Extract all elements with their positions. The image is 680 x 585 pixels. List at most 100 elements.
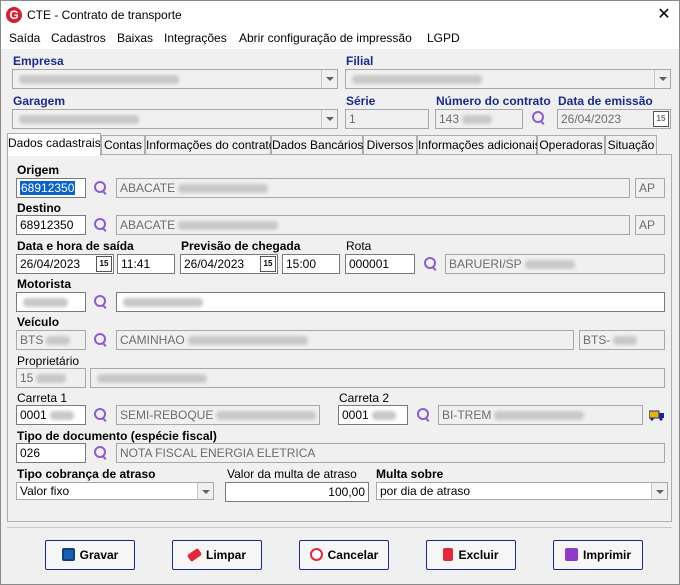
search-icon[interactable]	[417, 408, 431, 422]
origem-code-field[interactable]: 68912350	[16, 178, 86, 198]
motorista-label: Motorista	[17, 277, 71, 291]
cobranca-atraso-value: Valor fixo	[20, 484, 70, 498]
limpar-label: Limpar	[205, 548, 246, 562]
search-icon[interactable]	[94, 295, 108, 309]
menu-integracoes[interactable]: Integrações	[164, 31, 227, 45]
limpar-button[interactable]: Limpar	[172, 540, 262, 570]
cobranca-atraso-select[interactable]: Valor fixo	[16, 482, 214, 500]
carreta2-label: Carreta 2	[339, 391, 390, 405]
valor-multa-field[interactable]: 100,00	[225, 482, 369, 502]
search-icon[interactable]	[94, 446, 108, 460]
search-icon[interactable]	[94, 181, 108, 195]
multa-sobre-select[interactable]: por dia de atraso	[376, 482, 668, 500]
chevron-down-icon[interactable]	[321, 110, 337, 128]
saida-date-field[interactable]: 26/04/2023 15	[16, 254, 114, 274]
serie-label: Série	[346, 94, 376, 108]
search-icon[interactable]	[532, 111, 546, 125]
origem-label: Origem	[17, 163, 60, 177]
chevron-down-icon[interactable]	[654, 70, 670, 88]
imprimir-button[interactable]: Imprimir	[553, 540, 643, 570]
carreta1-code-field[interactable]: 0001	[16, 405, 86, 425]
cancelar-button[interactable]: Cancelar	[299, 540, 389, 570]
menu-bar: Saída Cadastros Baixas Integrações Abrir…	[1, 29, 679, 49]
calendar-icon[interactable]: 15	[96, 256, 112, 272]
garagem-label: Garagem	[13, 94, 66, 108]
search-icon[interactable]	[424, 257, 438, 271]
tab-diversos[interactable]: Diversos	[363, 135, 417, 155]
origem-code-value: 68912350	[20, 181, 76, 195]
chegada-date-value: 26/04/2023	[184, 257, 245, 271]
eraser-icon	[186, 547, 203, 563]
rota-code-field[interactable]: 000001	[345, 254, 415, 274]
menu-abrir-config[interactable]: Abrir configuração de impressão	[239, 31, 412, 45]
origem-city-field: ABACATE	[116, 178, 630, 198]
redacted-text	[524, 260, 575, 270]
tab-informacoes-contrato[interactable]: Informações do contrato	[145, 135, 275, 155]
serie-field[interactable]: 1	[345, 109, 429, 129]
tab-contas[interactable]: Contas	[101, 135, 145, 155]
search-icon[interactable]	[94, 408, 108, 422]
trash-icon	[443, 548, 454, 561]
floppy-icon	[61, 548, 75, 561]
filial-select[interactable]	[345, 69, 671, 89]
tab-dados-bancarios[interactable]: Dados Bancários	[271, 135, 363, 155]
close-icon[interactable]: ✕	[653, 4, 675, 26]
menu-cadastros[interactable]: Cadastros	[51, 31, 106, 45]
saida-time-field[interactable]: 11:41	[117, 254, 175, 274]
search-icon[interactable]	[94, 333, 108, 347]
chevron-down-icon[interactable]	[197, 483, 213, 499]
destino-code-field[interactable]: 68912350	[16, 215, 86, 235]
empresa-select[interactable]	[12, 69, 338, 89]
veiculo-code-field[interactable]: BTS	[16, 330, 86, 350]
tipo-documento-code-field[interactable]: 026	[16, 443, 86, 463]
veiculo-plate-field: BTS-	[579, 330, 665, 350]
divider	[7, 527, 672, 528]
redacted-text	[613, 336, 638, 346]
carreta2-desc-value: BI-TREM	[442, 408, 492, 422]
proprietario-code-value: 15	[20, 371, 34, 385]
tab-operadoras[interactable]: Operadoras	[537, 135, 605, 155]
numero-contrato-field[interactable]: 143	[435, 109, 523, 129]
tab-dados-cadastrais[interactable]: Dados cadastrais	[7, 133, 101, 156]
veiculo-plate-value: BTS-	[583, 333, 611, 347]
window-title: CTE - Contrato de transporte	[27, 8, 182, 22]
truck-icon[interactable]	[649, 409, 665, 421]
destino-city-value: ABACATE	[120, 218, 176, 232]
destino-label: Destino	[17, 201, 62, 215]
gravar-button[interactable]: Gravar	[45, 540, 135, 570]
excluir-button[interactable]: Excluir	[426, 540, 516, 570]
cte-window: G CTE - Contrato de transporte ✕ Saída C…	[0, 0, 680, 585]
veiculo-desc-field: CAMINHAO	[116, 330, 574, 350]
imprimir-label: Imprimir	[582, 548, 631, 562]
data-emissao-field[interactable]: 26/04/2023 15	[557, 109, 671, 129]
chevron-down-icon[interactable]	[321, 70, 337, 88]
veiculo-code-value: BTS	[20, 333, 44, 347]
origem-city-value: ABACATE	[120, 181, 176, 195]
redacted-text	[36, 374, 67, 384]
carreta1-desc-value: SEMI-REBOQUE	[120, 408, 214, 422]
redacted-text	[49, 411, 74, 421]
chevron-down-icon[interactable]	[651, 483, 667, 499]
destino-uf-field: AP	[635, 215, 665, 235]
cancelar-label: Cancelar	[327, 548, 379, 562]
calendar-icon[interactable]: 15	[260, 256, 276, 272]
redacted-text	[352, 75, 482, 85]
chegada-time-field[interactable]: 15:00	[282, 254, 340, 274]
search-icon[interactable]	[94, 218, 108, 232]
menu-saida[interactable]: Saída	[9, 31, 40, 45]
carreta1-desc-field: SEMI-REBOQUE	[116, 405, 320, 425]
menu-lgpd[interactable]: LGPD	[427, 31, 460, 45]
excluir-label: Excluir	[458, 548, 499, 562]
multa-sobre-label: Multa sobre	[376, 467, 444, 481]
menu-baixas[interactable]: Baixas	[117, 31, 153, 45]
chegada-date-field[interactable]: 26/04/2023 15	[180, 254, 278, 274]
carreta2-code-field[interactable]: 0001	[338, 405, 408, 425]
motorista-code-field[interactable]	[16, 292, 86, 312]
numero-contrato-value: 143	[439, 112, 460, 126]
rota-label: Rota	[346, 239, 372, 253]
tab-situacao[interactable]: Situação	[605, 135, 657, 155]
tab-informacoes-adicionais[interactable]: Informações adicionais	[417, 135, 541, 155]
calendar-icon[interactable]: 15	[653, 111, 669, 127]
rota-desc-value: BARUERI/SP	[449, 257, 522, 271]
garagem-select[interactable]	[12, 109, 338, 129]
